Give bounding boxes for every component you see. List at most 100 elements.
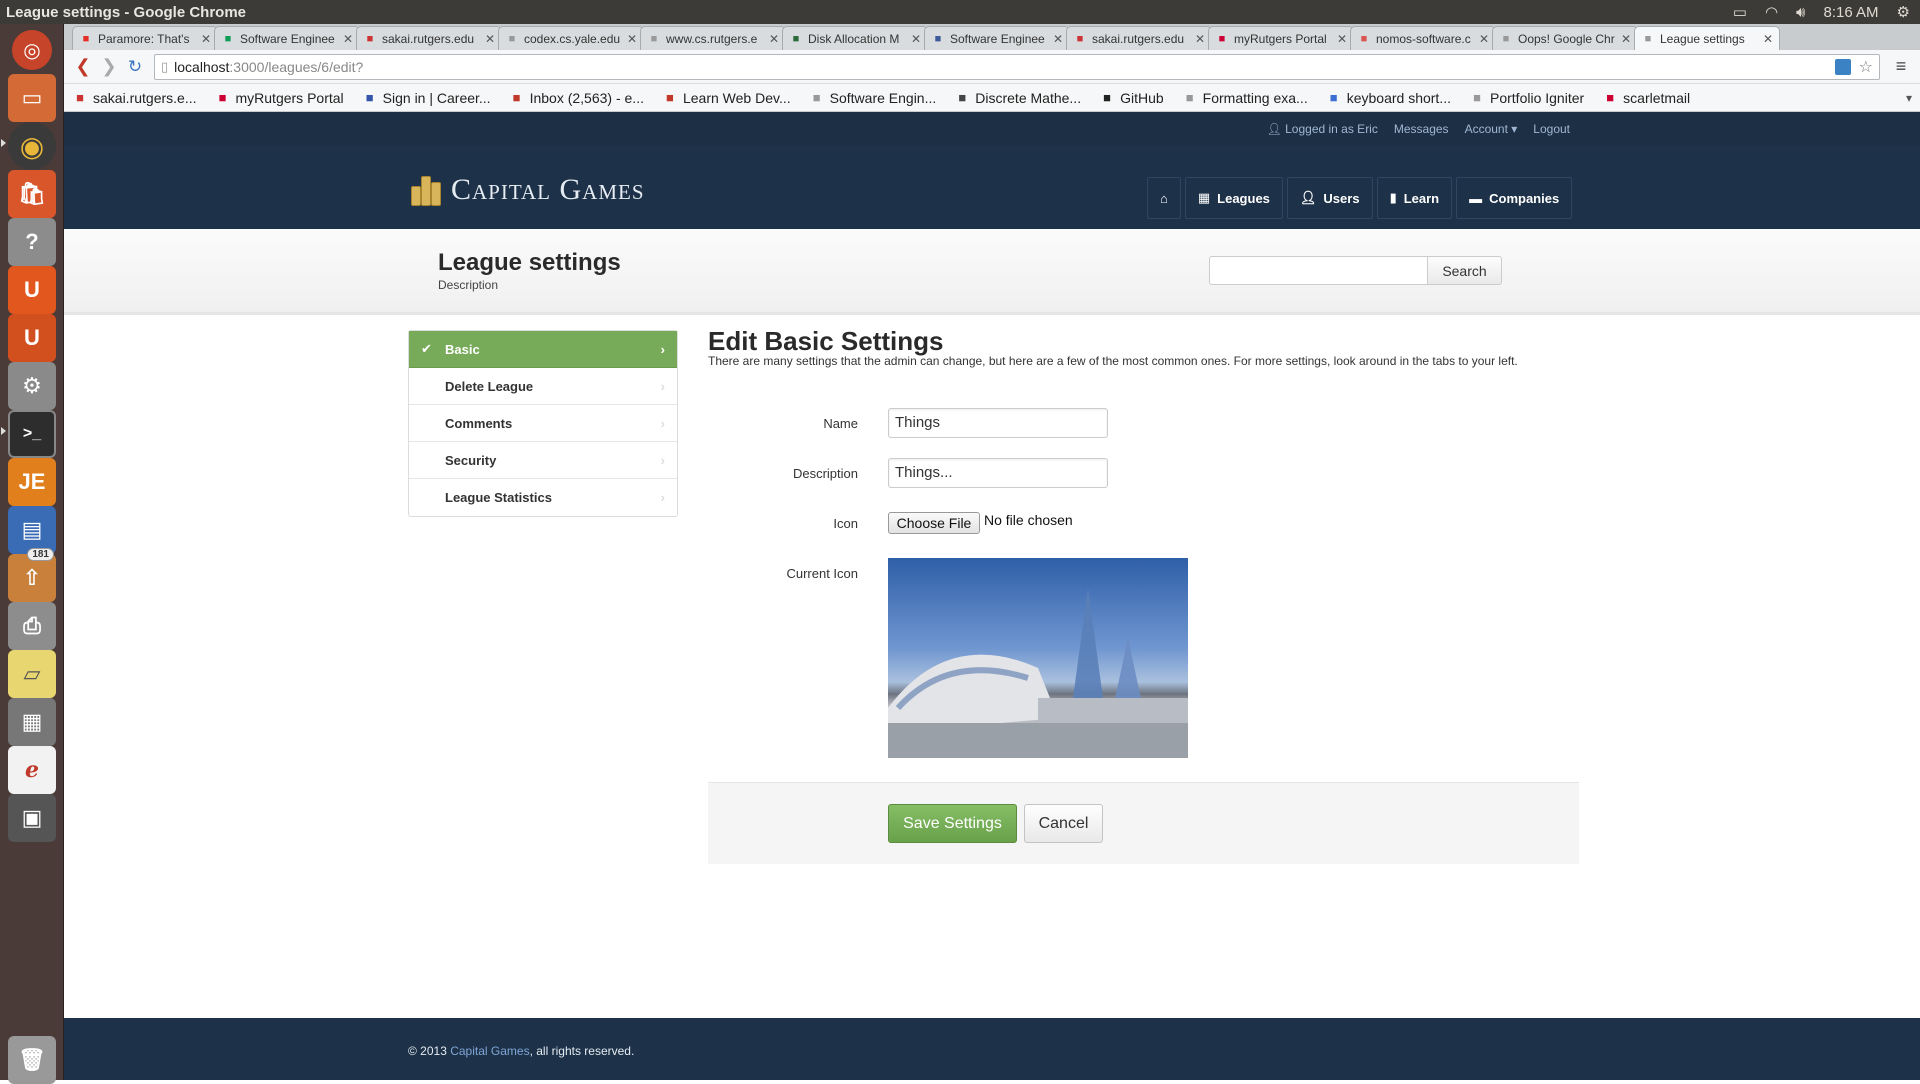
bookmark-item[interactable]: ■ Formatting exa...	[1182, 90, 1308, 106]
bookmark-item[interactable]: ■ Sign in | Career...	[362, 90, 491, 106]
description-field[interactable]: Things...	[888, 458, 1108, 488]
ubuntu-one-music-icon[interactable]: U	[8, 314, 56, 362]
bookmark-star-icon[interactable]: ☆	[1859, 57, 1873, 77]
close-icon[interactable]: ✕	[1621, 32, 1631, 46]
gear-icon[interactable]: ⚙	[1897, 3, 1910, 21]
close-icon[interactable]: ✕	[1763, 32, 1773, 46]
nav-leagues[interactable]: ▦ Leagues	[1184, 177, 1283, 219]
form-title: Edit Basic Settings	[708, 326, 944, 356]
calculator-icon[interactable]: ▦	[8, 698, 56, 746]
browser-tab[interactable]: ■ nomos-software.c ✕	[1350, 26, 1496, 50]
choose-file-button[interactable]: Choose File	[888, 512, 980, 534]
close-icon[interactable]: ✕	[1053, 32, 1063, 46]
bookmark-item[interactable]: ■ keyboard short...	[1326, 90, 1451, 106]
printer-icon[interactable]: ⎙	[8, 602, 56, 650]
browser-tab[interactable]: ■ Software Enginee ✕	[214, 26, 360, 50]
page-subtitle: Description	[438, 278, 499, 292]
nav-learn-label: Learn	[1403, 190, 1440, 206]
side-menu-item[interactable]: League Statistics ›	[409, 479, 677, 516]
side-menu-item[interactable]: Delete League ›	[409, 368, 677, 405]
sticky-notes-icon[interactable]: ▱	[8, 650, 56, 698]
close-icon[interactable]: ✕	[485, 32, 495, 46]
terminal-icon[interactable]: >_	[8, 410, 56, 458]
tab-label: Disk Allocation M	[808, 31, 900, 46]
side-menu-item[interactable]: Security ›	[409, 442, 677, 479]
bookmark-label: GitHub	[1120, 89, 1164, 106]
close-icon[interactable]: ✕	[769, 32, 779, 46]
search-button[interactable]: Search	[1428, 256, 1502, 285]
address-bar[interactable]: ▯ localhost:3000/leagues/6/edit? ☆	[154, 53, 1880, 80]
browser-tab[interactable]: ■ Software Enginee ✕	[924, 26, 1070, 50]
account-dropdown[interactable]: Account ▾	[1465, 122, 1518, 136]
bookmarks-overflow-icon[interactable]: ▾	[1906, 91, 1912, 105]
close-icon[interactable]: ✕	[201, 32, 211, 46]
messages-link[interactable]: Messages	[1394, 122, 1449, 136]
side-menu-label: Basic	[445, 341, 480, 357]
save-settings-button[interactable]: Save Settings	[888, 804, 1017, 843]
workspace-switcher-icon[interactable]: ▣	[8, 794, 56, 842]
chrome-icon[interactable]: ◉	[8, 122, 56, 170]
battery-icon[interactable]: ▭	[1733, 3, 1747, 21]
close-icon[interactable]: ✕	[343, 32, 353, 46]
reload-icon[interactable]: ↻	[122, 54, 148, 80]
bookmark-item[interactable]: ■ Learn Web Dev...	[662, 90, 791, 106]
clock[interactable]: 8:16 AM	[1824, 4, 1879, 21]
software-center-icon[interactable]: 🛍︎	[8, 170, 56, 218]
bookmark-item[interactable]: ■ scarletmail	[1602, 90, 1690, 106]
close-icon[interactable]: ✕	[1337, 32, 1347, 46]
system-tray: ▭ ◠ 🔊︎ 8:16 AM ⚙	[1733, 0, 1920, 24]
bookmark-item[interactable]: ■ myRutgers Portal	[215, 90, 344, 106]
jedit-icon[interactable]: JE	[8, 458, 56, 506]
cancel-button[interactable]: Cancel	[1024, 804, 1103, 843]
home-icon: ⌂	[1160, 190, 1168, 206]
footer-brand-link[interactable]: Capital Games	[450, 1044, 529, 1058]
close-icon[interactable]: ✕	[1479, 32, 1489, 46]
close-icon[interactable]: ✕	[1195, 32, 1205, 46]
close-icon[interactable]: ✕	[911, 32, 921, 46]
side-menu-item[interactable]: ✔ Basic ›	[409, 331, 677, 368]
browser-tab[interactable]: ■ sakai.rutgers.edu ✕	[356, 26, 502, 50]
bookmark-item[interactable]: ■ sakai.rutgers.e...	[72, 90, 196, 106]
browser-tab[interactable]: ■ League settings ✕	[1634, 26, 1780, 50]
browser-tab[interactable]: ■ myRutgers Portal ✕	[1208, 26, 1354, 50]
browser-tab[interactable]: ■ Oops! Google Chr ✕	[1492, 26, 1638, 50]
nav-home[interactable]: ⌂	[1147, 177, 1181, 219]
back-arrow-icon[interactable]: ❮	[70, 54, 96, 80]
system-settings-icon[interactable]: ⚙	[8, 362, 56, 410]
name-field[interactable]: Things	[888, 408, 1108, 438]
ubuntu-one-icon[interactable]: U	[8, 266, 56, 314]
dash-home-icon[interactable]: ◎	[12, 30, 52, 70]
pdf-reader-icon[interactable]: ℯ	[8, 746, 56, 794]
browser-tab[interactable]: ■ sakai.rutgers.edu ✕	[1066, 26, 1212, 50]
volume-icon[interactable]: 🔊︎	[1796, 4, 1805, 21]
bookmark-item[interactable]: ■ GitHub	[1099, 90, 1164, 106]
trash-icon[interactable]: 🗑︎	[8, 1036, 56, 1084]
browser-tab[interactable]: ■ codex.cs.yale.edu ✕	[498, 26, 644, 50]
extension-icon[interactable]	[1835, 58, 1851, 75]
update-manager-icon[interactable]: ⇧ 181	[8, 548, 56, 602]
bookmark-item[interactable]: ■ Software Engin...	[809, 90, 937, 106]
wifi-icon[interactable]: ◠	[1765, 3, 1778, 21]
side-menu-item[interactable]: Comments ›	[409, 405, 677, 442]
help-icon[interactable]: ?	[8, 218, 56, 266]
forward-arrow-icon[interactable]: ❯	[96, 54, 122, 80]
logout-link[interactable]: Logout	[1533, 122, 1570, 136]
bookmark-item[interactable]: ■ Portfolio Igniter	[1469, 90, 1584, 106]
nav-learn[interactable]: ▮ Learn	[1376, 177, 1453, 219]
bookmark-item[interactable]: ■ Discrete Mathe...	[954, 90, 1081, 106]
tab-label: sakai.rutgers.edu	[1092, 31, 1185, 46]
search-input[interactable]	[1209, 256, 1428, 285]
writer-icon[interactable]: ▤	[8, 506, 56, 554]
nav-users[interactable]: 👤︎ Users	[1286, 177, 1373, 219]
browser-tab[interactable]: ■ www.cs.rutgers.e ✕	[640, 26, 786, 50]
update-count-badge: 181	[27, 548, 54, 561]
chrome-menu-icon[interactable]: ≡	[1888, 56, 1914, 77]
browser-tab[interactable]: ■ Disk Allocation M ✕	[782, 26, 928, 50]
site-logo[interactable]: Capital Games	[411, 173, 645, 207]
files-icon[interactable]: ▭	[8, 74, 56, 122]
close-icon[interactable]: ✕	[627, 32, 637, 46]
browser-tab[interactable]: ■ Paramore: That's ✕	[72, 26, 218, 50]
logged-in-link[interactable]: 👤︎ Logged in as Eric	[1267, 122, 1378, 136]
nav-companies[interactable]: ▬ Companies	[1456, 177, 1573, 219]
bookmark-item[interactable]: ■ Inbox (2,563) - e...	[509, 90, 644, 106]
